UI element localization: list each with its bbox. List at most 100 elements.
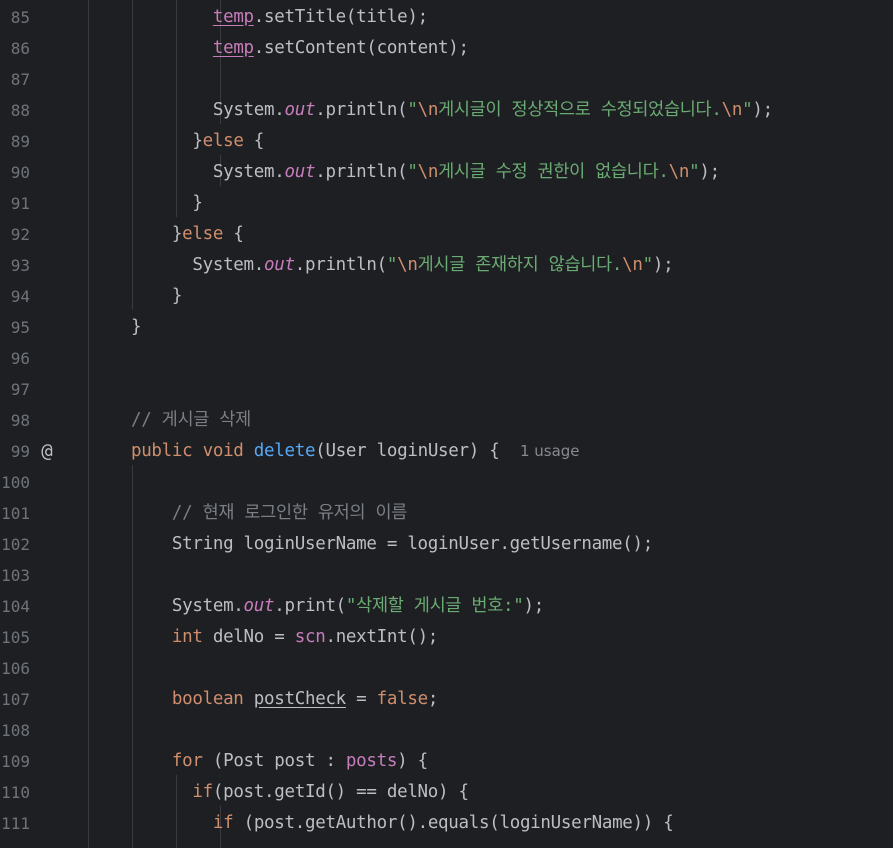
token: ; bbox=[427, 689, 439, 709]
token: { bbox=[243, 131, 265, 151]
line-number: 100 bbox=[1, 473, 30, 492]
code-line[interactable]: 88 System.out.println("\n게시글이 정상적으로 수정되었… bbox=[0, 95, 893, 126]
code-line[interactable]: 85 temp.setTitle(title); bbox=[0, 2, 893, 33]
code-text[interactable]: // 게시글 삭제 bbox=[90, 405, 251, 436]
token-escape: \n bbox=[622, 255, 643, 275]
code-line[interactable]: 92 }else { bbox=[0, 219, 893, 250]
line-number: 88 bbox=[10, 101, 30, 120]
code-text[interactable]: System.out.print("삭제할 게시글 번호:"); bbox=[90, 591, 544, 622]
code-line[interactable]: 110 if(post.getId() == delNo) { bbox=[0, 777, 893, 808]
code-line[interactable]: 104 System.out.print("삭제할 게시글 번호:"); bbox=[0, 591, 893, 622]
token: System. bbox=[192, 255, 265, 275]
line-number: 95 bbox=[10, 318, 30, 337]
token: .nextInt(); bbox=[325, 627, 439, 647]
token-keyword: else bbox=[182, 224, 224, 244]
token-keyword: public void bbox=[130, 441, 254, 461]
code-line[interactable]: 108 bbox=[0, 715, 893, 746]
line-number: 101 bbox=[1, 504, 30, 523]
line-number: 98 bbox=[10, 411, 30, 430]
usage-hint[interactable]: 1 usage bbox=[520, 442, 580, 460]
code-text[interactable]: System.out.println("\n게시글이 정상적으로 수정되었습니다… bbox=[90, 95, 773, 126]
code-text[interactable]: for (Post post : posts) { bbox=[90, 746, 428, 777]
code-line[interactable]: 94 } bbox=[0, 281, 893, 312]
line-number: 105 bbox=[1, 628, 30, 647]
code-text[interactable]: int delNo = scn.nextInt(); bbox=[90, 622, 438, 653]
code-text[interactable]: }else { bbox=[90, 126, 264, 157]
token: (User loginUser) { bbox=[315, 441, 500, 461]
code-line[interactable]: 101 // 현재 로그인한 유저의 이름 bbox=[0, 498, 893, 529]
token: } bbox=[192, 131, 203, 151]
code-text[interactable]: }else { bbox=[90, 219, 244, 250]
code-line[interactable]: 98 // 게시글 삭제 bbox=[0, 405, 893, 436]
token: " bbox=[642, 255, 654, 275]
code-line[interactable]: 105 int delNo = scn.nextInt(); bbox=[0, 622, 893, 653]
token-escape: \n bbox=[397, 255, 418, 275]
code-text[interactable]: public void delete(User loginUser) { 1 u… bbox=[90, 436, 580, 467]
token-string: 게시글 수정 권한이 없습니다. bbox=[438, 162, 669, 182]
token-keyword: int bbox=[171, 627, 203, 647]
token-temp: temp bbox=[212, 7, 254, 27]
token: ); bbox=[652, 255, 674, 275]
line-number: 91 bbox=[10, 194, 30, 213]
token-keyword: false bbox=[376, 689, 428, 709]
code-text[interactable]: } bbox=[90, 281, 183, 312]
token: " bbox=[407, 162, 418, 182]
code-line[interactable]: 100 bbox=[0, 467, 893, 498]
code-text[interactable]: System.out.println("\n게시글 존재하지 않습니다.\n")… bbox=[90, 250, 673, 281]
token: (post.getAuthor().equals(loginUserName))… bbox=[243, 813, 674, 833]
code-line[interactable]: 111 if (post.getAuthor().equals(loginUse… bbox=[0, 808, 893, 839]
code-text[interactable]: temp.setContent(content); bbox=[90, 33, 469, 64]
token: ) { bbox=[397, 751, 428, 771]
token-keyword: else bbox=[202, 131, 244, 151]
code-line[interactable]: 99 @ public void delete(User loginUser) … bbox=[0, 436, 893, 467]
token-method: delete bbox=[253, 441, 316, 461]
code-line[interactable]: 107 boolean postCheck = false; bbox=[0, 684, 893, 715]
code-text[interactable]: // 현재 로그인한 유저의 이름 bbox=[90, 498, 408, 529]
line-number: 87 bbox=[10, 70, 30, 89]
line-number: 111 bbox=[1, 814, 30, 833]
code-line[interactable]: 102 String loginUserName = loginUser.get… bbox=[0, 529, 893, 560]
code-line[interactable]: 86 temp.setContent(content); bbox=[0, 33, 893, 64]
code-line[interactable]: 89 }else { bbox=[0, 126, 893, 157]
code-text[interactable]: String loginUserName = loginUser.getUser… bbox=[90, 529, 653, 560]
token-field: posts bbox=[345, 751, 398, 771]
token-out: out bbox=[284, 100, 316, 120]
line-number: 93 bbox=[10, 256, 30, 275]
token: " bbox=[386, 255, 398, 275]
token-escape: \n bbox=[668, 162, 690, 182]
code-line[interactable]: 91 } bbox=[0, 188, 893, 219]
code-text[interactable]: if (post.getAuthor().equals(loginUserNam… bbox=[90, 808, 674, 839]
code-line[interactable]: 90 System.out.println("\n게시글 수정 권한이 없습니다… bbox=[0, 157, 893, 188]
code-text[interactable]: } bbox=[90, 312, 142, 343]
token: .print( bbox=[274, 596, 346, 616]
line-number: 103 bbox=[1, 566, 30, 585]
override-at-icon[interactable]: @ bbox=[35, 436, 59, 467]
token-out: out bbox=[264, 255, 295, 275]
code-text[interactable]: if(post.getId() == delNo) { bbox=[90, 777, 469, 808]
code-text[interactable]: boolean postCheck = false; bbox=[90, 684, 438, 715]
token-keyword: boolean bbox=[171, 689, 244, 709]
token: .setTitle(title); bbox=[253, 7, 428, 27]
code-line[interactable]: 95 } bbox=[0, 312, 893, 343]
line-number: 108 bbox=[1, 721, 30, 740]
token-out: out bbox=[284, 162, 316, 182]
code-editor[interactable]: 85 temp.setTitle(title); 86 temp.setCont… bbox=[0, 0, 893, 848]
code-line[interactable]: 96 bbox=[0, 343, 893, 374]
token-keyword: for bbox=[171, 751, 203, 771]
code-line[interactable]: 103 bbox=[0, 560, 893, 591]
code-text[interactable]: } bbox=[90, 188, 203, 219]
code-line[interactable]: 97 bbox=[0, 374, 893, 405]
line-number: 90 bbox=[10, 163, 30, 182]
code-text[interactable]: temp.setTitle(title); bbox=[90, 2, 428, 33]
code-line[interactable]: 109 for (Post post : posts) { bbox=[0, 746, 893, 777]
code-line[interactable]: 87 bbox=[0, 64, 893, 95]
token: } bbox=[171, 224, 183, 244]
code-line[interactable]: 93 System.out.println("\n게시글 존재하지 않습니다.\… bbox=[0, 250, 893, 281]
code-line[interactable]: 106 bbox=[0, 653, 893, 684]
code-text[interactable]: System.out.println("\n게시글 수정 권한이 없습니다.\n… bbox=[90, 157, 720, 188]
token: ); bbox=[523, 596, 545, 616]
token-string: 게시글 존재하지 않습니다. bbox=[417, 255, 623, 275]
token: (post.getId() == delNo) { bbox=[212, 782, 469, 802]
line-number: 107 bbox=[1, 690, 30, 709]
